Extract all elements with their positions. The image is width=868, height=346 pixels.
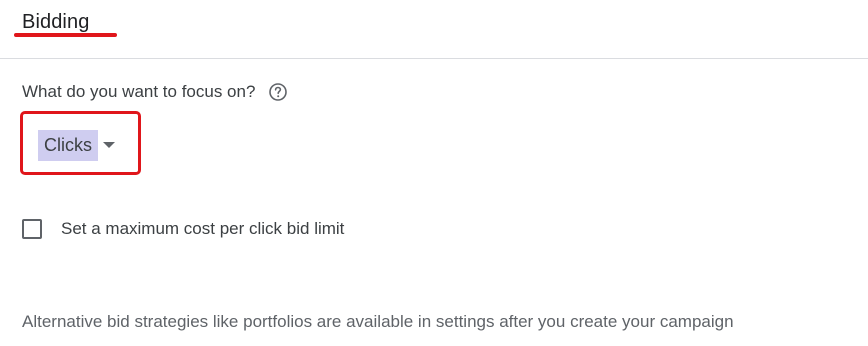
focus-dropdown-value: Clicks: [38, 129, 98, 161]
bid-limit-label: Set a maximum cost per click bid limit: [61, 219, 345, 238]
bid-limit-checkbox[interactable]: [22, 219, 42, 239]
focus-question-label: What do you want to focus on?: [22, 82, 256, 101]
red-underline-annotation: [14, 33, 117, 37]
help-circle-icon[interactable]: [268, 82, 288, 102]
caret-down-icon: [103, 142, 115, 148]
bid-strategies-footnote: Alternative bid strategies like portfoli…: [22, 312, 734, 331]
focus-dropdown[interactable]: Clicks: [38, 129, 115, 161]
focus-question-row: What do you want to focus on?: [22, 82, 288, 102]
section-divider: [0, 58, 868, 59]
section-title: Bidding: [22, 11, 90, 33]
bid-limit-checkbox-row[interactable]: Set a maximum cost per click bid limit: [22, 219, 344, 239]
